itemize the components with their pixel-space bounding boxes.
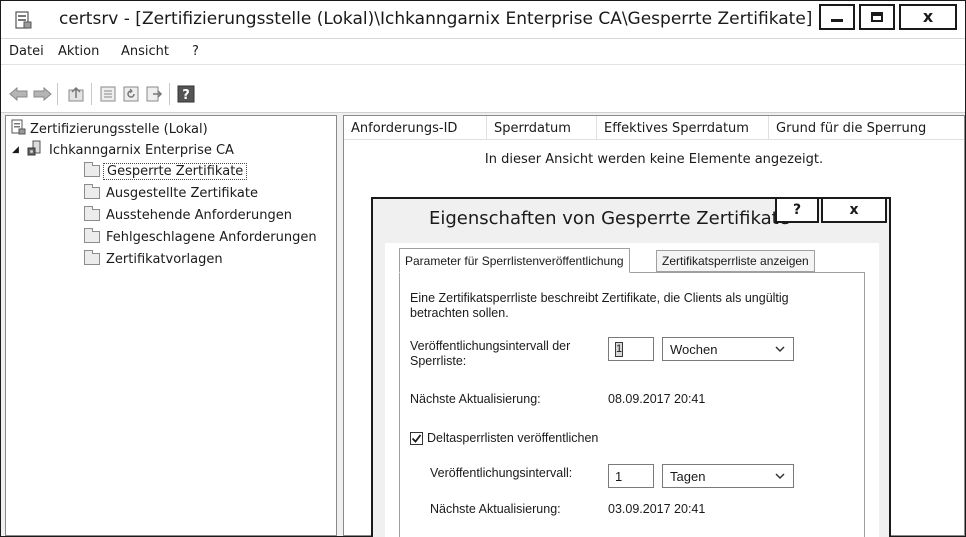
folder-icon [84,162,100,177]
dialog-body: Parameter für Sperrlistenveröffentlichun… [385,243,879,537]
column-header-anforderungs-id[interactable]: Anforderungs-ID [344,116,487,140]
interval-unit-value: Wochen [670,341,718,357]
close-icon: x [922,7,934,26]
column-header-sperrdatum[interactable]: Sperrdatum [487,116,597,140]
export-list-icon [146,86,163,102]
ca-snapin-icon [10,119,26,139]
tree-item-ausstehende[interactable]: Ausstehende Anforderungen [84,205,292,225]
refresh-icon [123,86,139,102]
tree-root[interactable]: Zertifizierungsstelle (Lokal) [10,119,208,139]
ca-server-icon [27,140,43,160]
delta-crl-checkbox[interactable] [410,432,423,445]
folder-icon [84,184,100,199]
mmc-window: certsrv - [Zertifizierungsstelle (Lokal)… [0,0,966,537]
menu-bar: Datei Aktion Ansicht ? [1,39,965,65]
folder-icon [84,228,100,243]
tree-ca-node[interactable]: ◢ Ichkanngarnix Enterprise CA [12,140,234,160]
toolbar-separator [57,83,58,105]
interval-label-line2: Sperrliste: [410,354,467,368]
help-icon: ? [792,202,802,218]
column-header-grund[interactable]: Grund für die Sperrung [769,116,964,140]
menu-ansicht[interactable]: Ansicht [121,44,169,59]
tree-item-label: Ausgestellte Zertifikate [106,185,258,201]
folder-icon [84,206,100,221]
tab-sperrlisten-parameter[interactable]: Parameter für Sperrlistenveröffentlichun… [399,248,630,273]
back-arrow-icon [9,86,28,102]
help-glyph: ? [182,88,190,103]
tree-item-ausgestellte[interactable]: Ausgestellte Zertifikate [84,183,258,203]
dialog-title: Eigenschaften von Gesperrte Zertifikate [429,208,790,229]
help-icon: ? [177,85,195,103]
delta-interval-value: 1 [615,468,623,484]
tab-sperrliste-anzeigen[interactable]: Zertifikatsperrliste anzeigen [656,250,815,272]
minimize-button[interactable] [819,4,855,30]
properties-icon [100,86,116,102]
list-column-header: Anforderungs-ID Sperrdatum Effektives Sp… [344,116,964,140]
tree-item-fehlgeschlagene[interactable]: Fehlgeschlagene Anforderungen [84,227,317,247]
delta-interval-input[interactable]: 1 [608,464,654,488]
properties-button[interactable] [98,84,118,104]
dialog-close-button[interactable]: x [821,199,887,223]
toolbar-separator [91,83,92,105]
forward-arrow-icon [33,86,52,102]
properties-dialog: Eigenschaften von Gesperrte Zertifikate … [371,197,891,537]
delta-interval-unit-value: Tagen [670,468,706,484]
up-button[interactable] [66,84,86,104]
tree-item-label: Zertifikatvorlagen [106,251,223,267]
tree-item-gesperrte[interactable]: Gesperrte Zertifikate [84,161,248,181]
description-line1: Eine Zertifikatsperrliste beschreibt Zer… [410,291,789,305]
tree-item-label: Gesperrte Zertifikate [103,162,248,180]
tree-root-label: Zertifizierungsstelle (Lokal) [30,121,208,137]
dialog-help-button[interactable]: ? [775,199,819,223]
certsrv-app-icon [13,10,33,30]
menu-help[interactable]: ? [192,44,199,59]
delta-interval-unit-select[interactable]: Tagen [662,464,794,488]
maximize-icon [871,12,883,22]
dialog-title-bar: Eigenschaften von Gesperrte Zertifikate … [373,199,889,241]
tree-item-zertifikatvorlagen[interactable]: Zertifikatvorlagen [84,249,223,269]
menu-aktion[interactable]: Aktion [58,44,99,59]
next-update-label: Nächste Aktualisierung: [410,392,541,406]
expand-triangle-icon[interactable]: ◢ [12,145,24,155]
tree-ca-label: Ichkanngarnix Enterprise CA [49,142,234,158]
interval-unit-select[interactable]: Wochen [662,337,794,361]
delta-crl-checkbox-label[interactable]: Deltasperrlisten veröffentlichen [427,431,598,446]
folder-icon [84,250,100,265]
toolbar: ? [1,65,965,113]
refresh-button[interactable] [121,84,141,104]
chevron-down-icon [775,342,785,356]
delta-next-update-value: 03.09.2017 20:41 [608,502,706,516]
tab-panel: Eine Zertifikatsperrliste beschreibt Zer… [399,272,865,537]
toolbar-separator [169,83,170,105]
export-list-button[interactable] [144,84,164,104]
window-title: certsrv - [Zertifizierungsstelle (Lokal)… [59,9,813,29]
tree-item-label: Fehlgeschlagene Anforderungen [106,229,317,245]
close-icon: x [849,202,859,218]
next-update-value: 08.09.2017 20:41 [608,392,706,406]
empty-list-message: In dieser Ansicht werden keine Elemente … [484,152,824,167]
description-line2: betrachten sollen. [410,306,509,320]
title-bar: certsrv - [Zertifizierungsstelle (Lokal)… [1,1,965,39]
delta-next-update-label: Nächste Aktualisierung: [430,502,561,516]
maximize-button[interactable] [859,4,895,30]
minimize-icon [831,18,843,22]
help-button[interactable]: ? [176,84,196,104]
column-header-effektives-sperrdatum[interactable]: Effektives Sperrdatum [597,116,769,140]
up-folder-icon [68,86,84,102]
checkmark-icon [411,434,422,443]
tree-item-label: Ausstehende Anforderungen [106,207,292,223]
forward-button[interactable] [32,84,52,104]
console-tree: Zertifizierungsstelle (Lokal) ◢ Ichkanng… [5,115,337,536]
menu-datei[interactable]: Datei [9,44,44,59]
interval-input-value: 1 [615,341,623,357]
delta-interval-label: Veröffentlichungsintervall: [430,466,573,480]
interval-label-line1: Veröffentlichungsintervall der [410,339,571,353]
back-button[interactable] [9,84,29,104]
interval-input[interactable]: 1 [608,337,654,361]
close-button[interactable]: x [899,4,957,30]
chevron-down-icon [775,469,785,483]
